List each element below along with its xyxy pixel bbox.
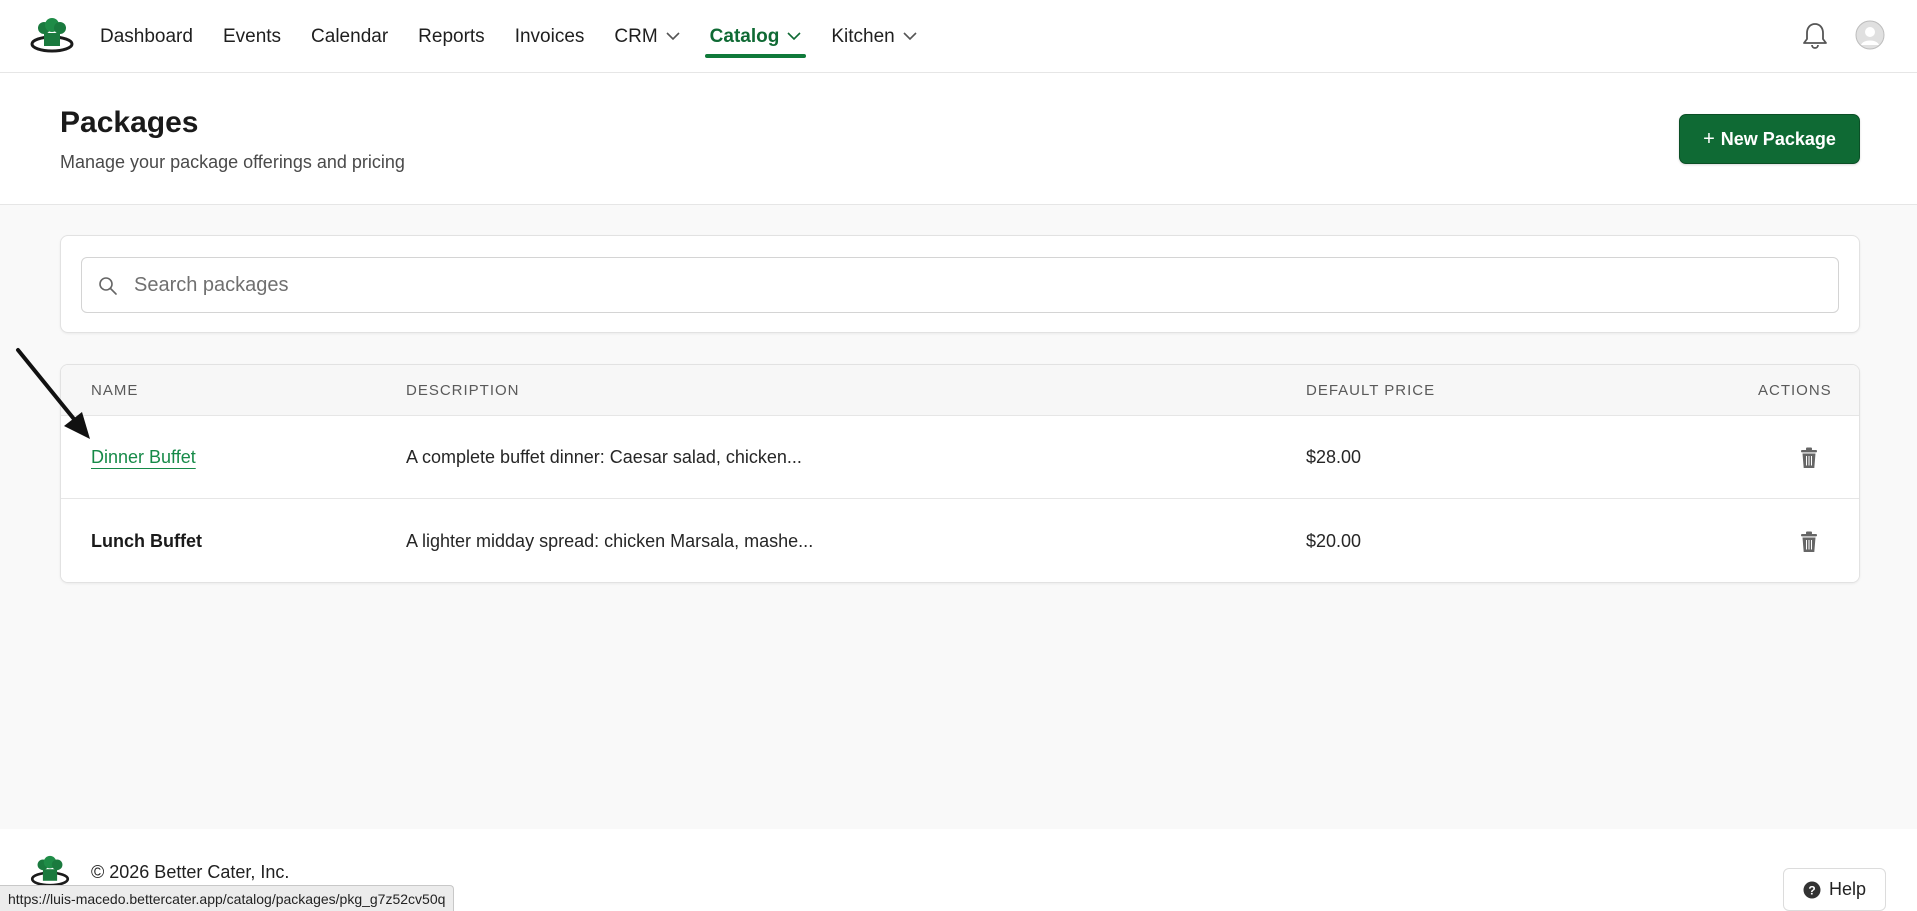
chevron-down-icon [666,32,680,41]
page-subtitle: Manage your package offerings and pricin… [60,152,405,172]
user-avatar-icon[interactable] [1855,20,1885,50]
chevron-down-icon [903,32,917,41]
nav-label: Invoices [514,25,585,47]
column-header-name: Name [91,382,139,399]
nav-kitchen[interactable]: Kitchen [831,0,917,73]
table-row: Dinner Buffet A complete buffet dinner: … [61,416,1859,499]
package-price: $20.00 [1306,531,1362,551]
trash-icon[interactable] [1799,531,1819,553]
chevron-down-icon [787,32,801,41]
column-header-price: Default Price [1306,382,1436,399]
nav-invoices[interactable]: Invoices [515,0,585,73]
package-price: $28.00 [1306,447,1362,467]
nav-dashboard[interactable]: Dashboard [100,0,193,73]
footer-copyright: © 2026 Better Cater, Inc. [91,862,290,882]
nav-crm[interactable]: CRM [614,0,680,73]
chef-hat-logo-icon [30,855,70,887]
nav-label: Events [222,25,282,47]
table-row: Lunch Buffet A lighter midday spread: ch… [61,500,1859,582]
nav-label: Catalog [709,25,780,47]
nav-label: Dashboard [100,25,193,47]
main-nav: Dashboard Events Calendar Reports Invoic… [100,0,947,73]
package-description: A complete buffet dinner: Caesar salad, … [406,447,802,467]
page-header: Packages Manage your package offerings a… [0,73,1917,205]
nav-label: Reports [418,25,485,47]
package-description: A lighter midday spread: chicken Marsala… [406,531,814,551]
nav-events[interactable]: Events [223,0,281,73]
nav-label: CRM [614,25,658,47]
status-url-bar: https://luis-macedo.bettercater.app/cata… [0,885,455,911]
search-card [60,235,1860,333]
column-header-actions: Actions [1758,382,1832,399]
search-icon [99,277,117,295]
nav-calendar[interactable]: Calendar [311,0,388,73]
search-input[interactable] [132,266,1822,304]
help-button[interactable]: ? Help [1783,868,1886,911]
table-header: Name Description Default Price Actions [61,365,1859,416]
search-box[interactable] [81,257,1839,313]
package-name-link[interactable]: Dinner Buffet [91,447,196,468]
help-label: Help [1828,879,1867,899]
question-circle-icon: ? [1803,881,1821,898]
page-title: Packages [60,106,199,139]
column-header-description: Description [406,382,520,399]
svg-text:?: ? [1808,883,1815,897]
packages-table: Name Description Default Price Actions D… [60,364,1860,583]
new-package-button[interactable]: + New Package [1679,114,1860,164]
top-navigation: Dashboard Events Calendar Reports Invoic… [0,0,1917,73]
chef-hat-logo-icon[interactable] [30,17,74,53]
plus-icon: + [1703,127,1715,150]
package-name-link[interactable]: Lunch Buffet [91,531,202,552]
nav-label: Kitchen [831,25,895,47]
nav-label: Calendar [311,25,389,47]
bell-icon[interactable] [1802,21,1828,49]
trash-icon[interactable] [1799,447,1819,469]
new-package-label: New Package [1720,128,1836,149]
nav-reports[interactable]: Reports [418,0,485,73]
arrow-annotation-icon [16,348,90,439]
nav-catalog[interactable]: Catalog [704,0,807,73]
